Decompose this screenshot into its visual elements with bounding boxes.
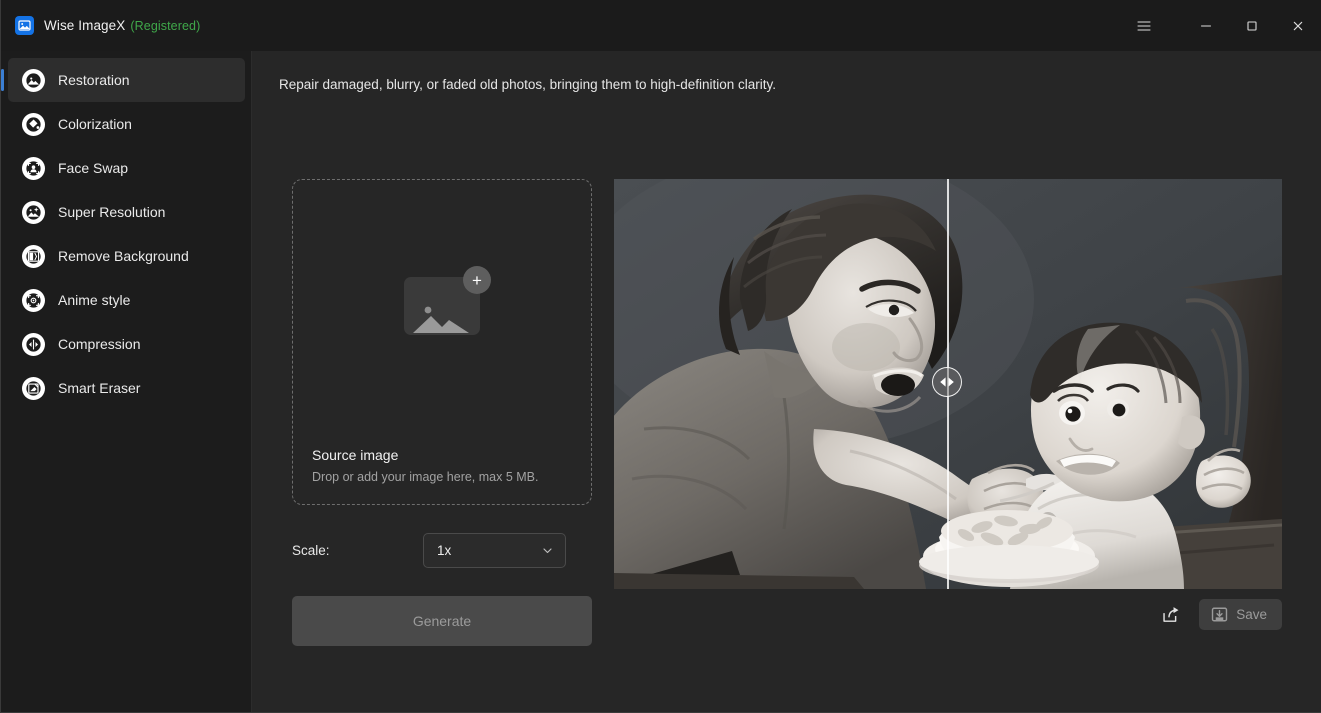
paint-bucket-icon — [22, 112, 45, 136]
app-photo-icon — [15, 16, 34, 35]
close-icon[interactable] — [1275, 0, 1321, 51]
title-bar-left: Wise ImageX (Registered) — [1, 16, 200, 35]
scale-row: Scale: 1x — [292, 533, 592, 568]
left-right-arrows-icon — [938, 376, 956, 388]
right-panel: Save — [614, 179, 1282, 646]
title-bar: Wise ImageX (Registered) — [1, 0, 1321, 51]
sidebar-item-label: Super Resolution — [58, 204, 166, 220]
generate-button-label: Generate — [412, 613, 472, 629]
save-button[interactable]: Save — [1199, 599, 1282, 630]
app-title: Wise ImageX (Registered) — [44, 18, 200, 33]
generate-button[interactable]: Generate — [292, 596, 592, 646]
workspace: + Source image Drop or add your image he… — [292, 179, 1282, 646]
sidebar-item-label: Compression — [58, 336, 141, 352]
image-placeholder-icon: + — [404, 266, 491, 335]
sidebar-item-remove-background[interactable]: Remove Background — [8, 234, 245, 278]
save-download-icon — [1211, 606, 1228, 623]
sidebar-item-label: Restoration — [58, 72, 130, 88]
app-name-text: Wise ImageX — [44, 18, 126, 33]
background-split-icon — [22, 244, 45, 268]
sidebar-item-super-resolution[interactable]: Super Resolution — [8, 190, 245, 234]
app-window: Wise ImageX (Registered) Restoration Col… — [0, 0, 1321, 713]
chevron-down-icon — [541, 544, 554, 557]
compress-arrows-icon — [22, 332, 45, 356]
sidebar-item-smart-eraser[interactable]: Smart Eraser — [8, 366, 245, 410]
sidebar-item-restoration[interactable]: Restoration — [1, 58, 245, 102]
left-panel: + Source image Drop or add your image he… — [292, 179, 592, 646]
dropzone-title: Source image — [312, 447, 399, 463]
face-frame-icon — [22, 156, 45, 180]
registered-badge: (Registered) — [130, 19, 201, 33]
save-button-label: Save — [1236, 607, 1267, 622]
source-image-dropzone[interactable]: + Source image Drop or add your image he… — [292, 179, 592, 505]
scale-select[interactable]: 1x — [423, 533, 566, 568]
preview-actions: Save — [614, 599, 1282, 630]
body-row: Restoration Colorization Face Swap Super… — [1, 51, 1321, 712]
image-mountain-icon — [22, 68, 45, 92]
sidebar: Restoration Colorization Face Swap Super… — [1, 51, 252, 712]
plus-icon[interactable]: + — [463, 266, 491, 294]
sidebar-item-compression[interactable]: Compression — [8, 322, 245, 366]
sidebar-item-label: Smart Eraser — [58, 380, 141, 396]
dropzone-icon-wrap: + — [293, 266, 591, 335]
sidebar-item-anime-style[interactable]: Anime style — [8, 278, 245, 322]
page-tagline: Repair damaged, blurry, or faded old pho… — [279, 77, 777, 92]
scale-label: Scale: — [292, 543, 330, 558]
dropzone-subtitle: Drop or add your image here, max 5 MB. — [312, 470, 539, 484]
maximize-icon[interactable] — [1229, 0, 1275, 51]
share-icon[interactable] — [1155, 601, 1185, 629]
sidebar-item-label: Remove Background — [58, 248, 189, 264]
window-controls — [1121, 0, 1321, 51]
sidebar-item-label: Anime style — [58, 292, 131, 308]
sidebar-item-face-swap[interactable]: Face Swap — [8, 146, 245, 190]
image-preview[interactable] — [614, 179, 1282, 589]
minimize-icon[interactable] — [1183, 0, 1229, 51]
sidebar-item-label: Face Swap — [58, 160, 129, 176]
sidebar-item-label: Colorization — [58, 116, 132, 132]
eraser-icon — [22, 376, 45, 400]
comparison-slider-handle[interactable] — [932, 367, 962, 397]
dropzone-text: Source image Drop or add your image here… — [312, 447, 539, 484]
main-content: Repair damaged, blurry, or faded old pho… — [252, 51, 1321, 712]
sidebar-item-colorization[interactable]: Colorization — [8, 102, 245, 146]
anime-focus-icon — [22, 288, 45, 312]
scale-selected-value: 1x — [437, 543, 452, 558]
image-sparkle-icon — [22, 200, 45, 224]
hamburger-menu-icon[interactable] — [1121, 0, 1167, 51]
